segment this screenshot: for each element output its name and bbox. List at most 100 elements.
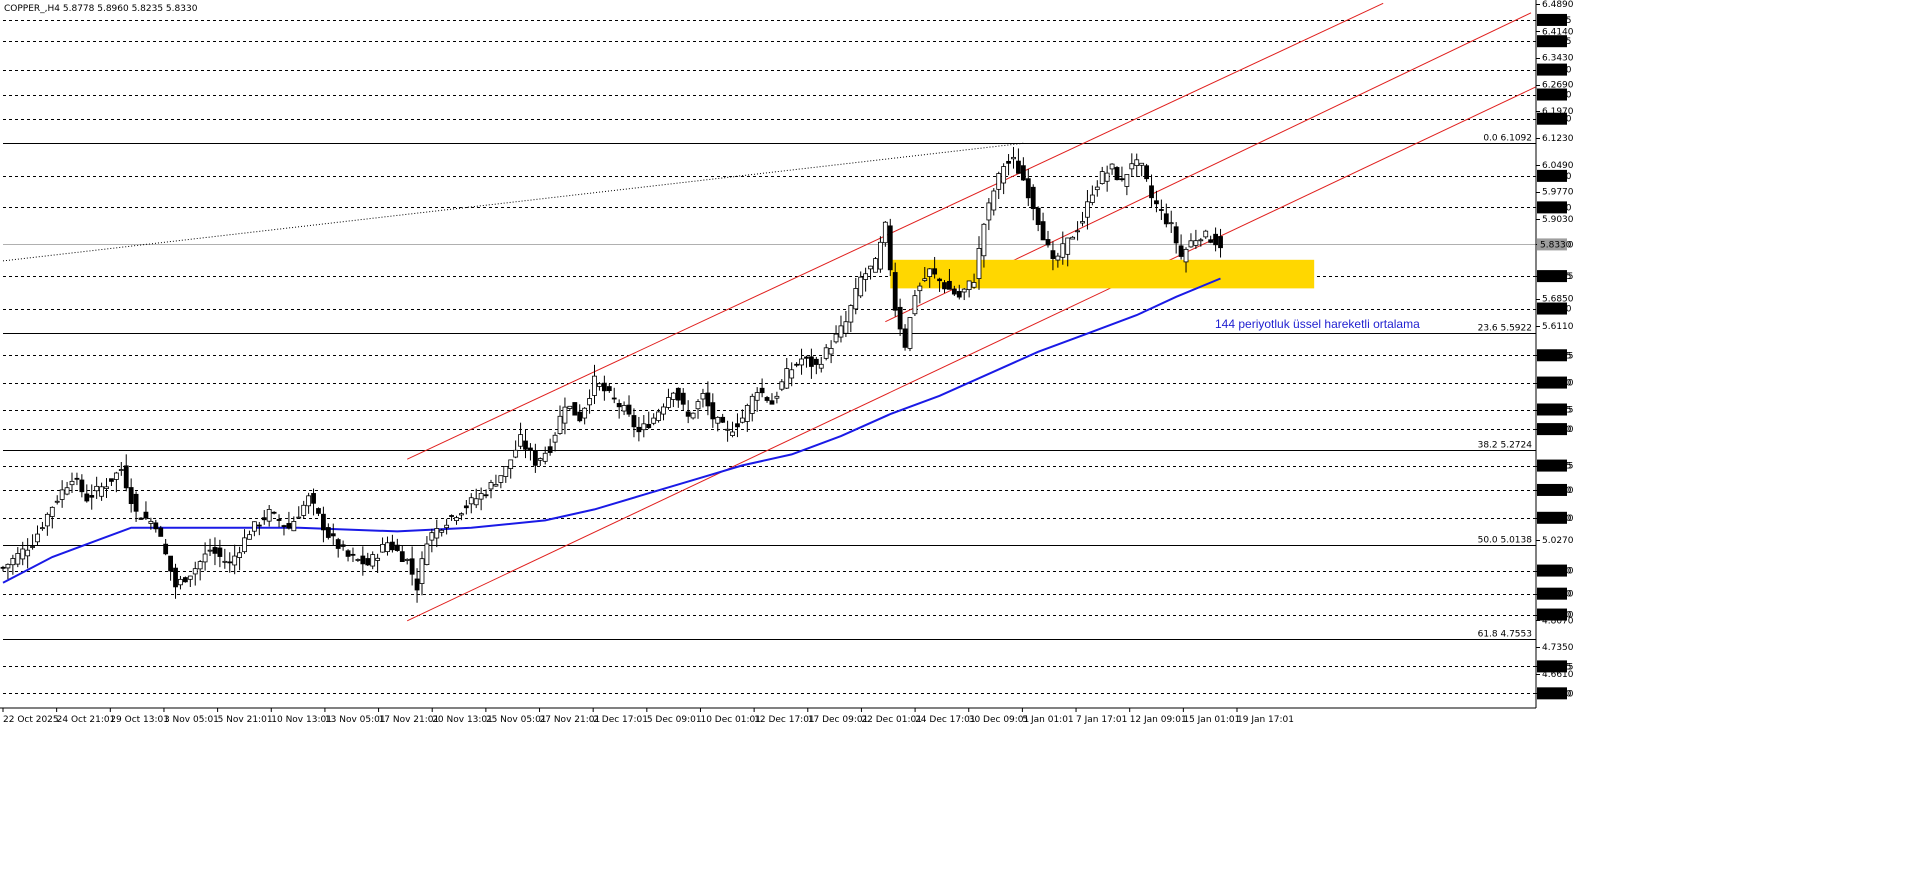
candle-body: [409, 558, 415, 575]
y-tick-label: 5.9030: [1542, 215, 1574, 225]
candle-body: [202, 553, 208, 563]
candle-body: [1124, 174, 1130, 187]
price-box-label: 5.7465: [1540, 272, 1572, 282]
y-tick-label: 6.1230: [1542, 134, 1574, 144]
x-tick-label: 24 Dec 17:01: [915, 715, 976, 725]
fib-label: 50.0 5.0138: [1478, 536, 1533, 546]
candle-body: [429, 532, 435, 541]
price-box-label: 5.3825: [1540, 406, 1572, 416]
candle-body: [247, 534, 252, 540]
candle-body: [493, 484, 499, 487]
candle-body: [414, 578, 420, 591]
candle-body: [710, 402, 716, 420]
candle-body: [478, 493, 484, 500]
x-tick-label: 10 Nov 13:01: [271, 715, 332, 725]
candle-body: [878, 241, 883, 270]
x-tick-label: 3 Nov 05:01: [164, 715, 219, 725]
x-tick-label: 5 Nov 21:01: [218, 715, 273, 725]
candle-body: [779, 381, 785, 390]
candle-body: [961, 288, 967, 293]
candle-body: [69, 480, 75, 486]
candle-body: [764, 397, 770, 401]
candle-body: [1050, 250, 1056, 259]
price-box-label: 5.6580: [1540, 305, 1572, 315]
candle-body: [843, 321, 849, 334]
candle-body: [360, 555, 366, 565]
candle-body: [498, 475, 504, 483]
candle-body: [966, 280, 972, 290]
candle-body: [25, 549, 31, 557]
candle-body: [537, 458, 543, 461]
candle-body: [0, 566, 6, 569]
candle-body: [887, 225, 893, 271]
candle-body: [754, 392, 760, 401]
candle-body: [1158, 209, 1164, 211]
candle-body: [104, 486, 109, 489]
x-tick-label: 19 Jan 17:01: [1237, 715, 1294, 725]
candle-body: [1020, 165, 1026, 181]
candle-body: [863, 273, 869, 280]
candle-body: [907, 317, 913, 349]
candle-body: [84, 493, 90, 502]
candle-body: [1035, 207, 1041, 225]
chart-background: [0, 0, 1916, 888]
candle-body: [306, 495, 312, 507]
price-box-label: 5.8330: [1540, 240, 1572, 250]
price-chart[interactable]: 0.0 6.1092 23.6 5.5922 38.2 5.2724 50.0 5.0…: [0, 0, 1916, 888]
price-box-label: 4.6815: [1540, 662, 1572, 672]
candle-body: [868, 265, 873, 270]
candle-body: [296, 516, 302, 519]
candle-body: [685, 411, 691, 417]
candle-body: [385, 542, 390, 553]
candle-body: [94, 485, 100, 492]
candle-body: [700, 393, 706, 400]
candle-body: [749, 395, 755, 414]
candle-body: [1055, 255, 1061, 261]
candle-body: [956, 291, 962, 298]
candle-body: [739, 417, 745, 423]
candle-body: [942, 282, 947, 290]
candle-body: [838, 325, 844, 338]
y-tick-label: 5.6110: [1542, 322, 1574, 332]
candle-body: [1001, 166, 1007, 184]
candle-body: [123, 465, 129, 489]
candle-body: [1109, 163, 1115, 170]
candle-body: [661, 406, 666, 415]
candle-body: [695, 401, 701, 410]
price-box-label: 5.5305: [1540, 351, 1572, 361]
x-tick-label: 29 Oct 13:01: [110, 715, 169, 725]
candle-body: [1119, 178, 1125, 181]
candle-body: [705, 392, 711, 407]
candle-body: [991, 190, 997, 211]
candle-body: [1060, 243, 1066, 258]
candle-body: [207, 549, 213, 552]
candle-body: [508, 459, 514, 469]
candle-body: [981, 223, 987, 257]
candle-body: [99, 486, 104, 497]
y-tick-label: 6.4890: [1542, 0, 1574, 10]
candle-body: [370, 554, 376, 567]
candle-body: [1173, 226, 1179, 244]
candle-body: [178, 578, 183, 586]
y-tick-label: 4.7350: [1542, 643, 1574, 653]
price-box-label: 6.3100: [1540, 66, 1572, 76]
candle-body: [572, 402, 578, 416]
candle-body: [927, 268, 933, 277]
candle-body: [197, 561, 203, 570]
candle-body: [606, 386, 612, 392]
candle-body: [463, 505, 469, 509]
price-box-label: 5.9340: [1540, 203, 1572, 213]
candle-body: [542, 452, 548, 462]
candle-body: [616, 403, 622, 408]
candle-body: [631, 415, 637, 428]
candle-body: [138, 517, 144, 520]
candle-body: [735, 423, 740, 428]
x-tick-label: 5 Dec 09:01: [647, 715, 702, 725]
candle-body: [311, 493, 316, 504]
candle-body: [626, 404, 632, 415]
candle-body: [340, 544, 346, 547]
candle-body: [1065, 237, 1071, 255]
candle-body: [784, 368, 790, 389]
candle-body: [158, 527, 164, 537]
candle-body: [133, 493, 139, 512]
